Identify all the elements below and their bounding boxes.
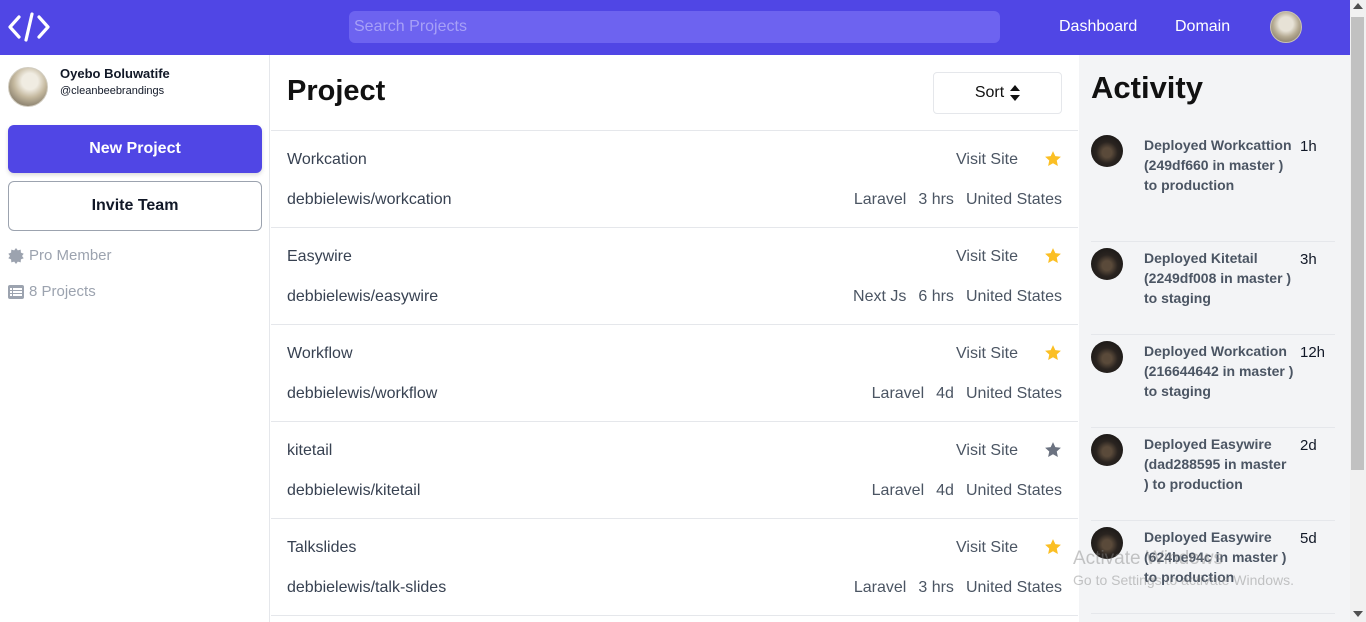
- activity-avatar: [1091, 135, 1123, 167]
- project-location: United States: [965, 482, 1062, 499]
- project-name[interactable]: Workcation: [287, 151, 367, 169]
- activity-title: Activity: [1091, 70, 1203, 105]
- star-icon[interactable]: [1044, 150, 1062, 168]
- activity-time: 1h: [1300, 138, 1317, 155]
- watermark-subtitle: Go to Settings to activate Windows.: [1073, 572, 1294, 588]
- scrollbar-thumb[interactable]: [1351, 17, 1364, 470]
- project-meta: Laravel 4d United States: [872, 385, 1062, 403]
- watermark-title: Activate Windows: [1073, 548, 1223, 569]
- project-row[interactable]: Talkslides Visit Site debbielewis/talk-sli…: [271, 519, 1078, 616]
- nav-domain-link[interactable]: Domain: [1175, 18, 1230, 36]
- project-meta: Laravel 4d United States: [872, 482, 1062, 500]
- list-icon: [8, 284, 24, 299]
- projects-count: 8 Projects: [8, 283, 96, 300]
- project-repo: debbielewis/talk-slides: [287, 579, 447, 596]
- profile-handle: @cleanbeebrandings: [60, 85, 165, 97]
- activity-time: 12h: [1300, 344, 1326, 361]
- activity-time: 2d: [1300, 437, 1317, 454]
- project-location: United States: [965, 191, 1062, 208]
- profile-name: Oyebo Boluwatife: [60, 66, 170, 81]
- project-age: 3 hrs: [918, 579, 954, 596]
- badge-icon: [8, 247, 24, 264]
- project-row[interactable]: kitetail Visit Site debbielewis/kitetail La…: [271, 422, 1078, 519]
- star-icon[interactable]: [1044, 538, 1062, 556]
- activity-avatar: [1091, 341, 1123, 373]
- project-framework: Laravel: [871, 385, 925, 402]
- activity-text: Deployed Workcattion (249df660 in master…: [1144, 137, 1292, 193]
- project-meta: Laravel 3 hrs United States: [854, 579, 1062, 597]
- project-row[interactable]: Workcation Visit Site debbielewis/workcati…: [271, 131, 1078, 228]
- visit-site-link[interactable]: Visit Site: [956, 248, 1018, 266]
- pro-member-badge: Pro Member: [8, 247, 112, 264]
- project-repo: debbielewis/workcation: [287, 191, 452, 208]
- activity-item: Deployed Kitetail (2249df008 in master )…: [1091, 248, 1335, 335]
- sort-button[interactable]: Sort: [933, 72, 1062, 114]
- visit-site-link[interactable]: Visit Site: [956, 539, 1018, 557]
- activity-text: Deployed Easywire (dad288595 in master )…: [1144, 436, 1287, 492]
- visit-site-link[interactable]: Visit Site: [956, 151, 1018, 169]
- star-icon[interactable]: [1044, 344, 1062, 362]
- project-meta: Next Js 6 hrs United States: [853, 288, 1062, 306]
- project-name[interactable]: Easywire: [287, 248, 352, 266]
- activity-item: Deployed Workcation (216644642 in master…: [1091, 341, 1335, 428]
- project-age: 3 hrs: [918, 191, 954, 208]
- pro-member-label: Pro Member: [29, 247, 112, 264]
- project-location: United States: [965, 288, 1062, 305]
- new-project-button[interactable]: New Project: [8, 125, 262, 173]
- activity-panel: Activity Deployed Workcattion (249df660 …: [1079, 55, 1350, 622]
- activity-avatar: [1091, 248, 1123, 280]
- project-age: 4d: [936, 385, 954, 402]
- visit-site-link[interactable]: Visit Site: [956, 345, 1018, 363]
- scroll-up-arrow-icon[interactable]: [1353, 3, 1363, 9]
- user-avatar[interactable]: [1270, 11, 1302, 43]
- profile-avatar: [8, 67, 48, 107]
- search-input[interactable]: [349, 11, 1000, 43]
- project-location: United States: [965, 385, 1062, 402]
- project-repo: debbielewis/workflow: [287, 385, 438, 402]
- project-location: United States: [965, 579, 1062, 596]
- activity-item: Deployed Easywire (624be94c in master ) …: [1091, 527, 1335, 614]
- sort-label: Sort: [974, 84, 1005, 101]
- visit-site-link[interactable]: Visit Site: [956, 442, 1018, 460]
- project-panel: Project Sort Workcation Visit Site debbiel…: [271, 55, 1078, 622]
- project-row[interactable]: Workflow Visit Site debbielewis/workflow La…: [271, 325, 1078, 422]
- invite-team-button[interactable]: Invite Team: [8, 181, 262, 231]
- activity-time: 5d: [1300, 530, 1317, 547]
- project-row[interactable]: Easywire Visit Site debbielewis/easywire Ne…: [271, 228, 1078, 325]
- project-framework: Next Js: [853, 288, 907, 305]
- code-brackets-icon[interactable]: [8, 12, 50, 42]
- activity-item: Deployed Easywire (dad288595 in master )…: [1091, 434, 1335, 521]
- project-repo: debbielewis/kitetail: [287, 482, 421, 499]
- nav-dashboard-link[interactable]: Dashboard: [1059, 18, 1137, 36]
- project-name[interactable]: Talkslides: [287, 539, 356, 557]
- project-age: 6 hrs: [918, 288, 954, 305]
- projects-count-label: 8 Projects: [29, 283, 96, 300]
- activity-avatar: [1091, 434, 1123, 466]
- star-icon[interactable]: [1044, 247, 1062, 265]
- project-framework: Laravel: [853, 579, 907, 596]
- project-framework: Laravel: [871, 482, 925, 499]
- project-name[interactable]: kitetail: [287, 442, 332, 460]
- top-navbar: Dashboard Domain: [0, 0, 1350, 55]
- project-list: Workcation Visit Site debbielewis/workcati…: [271, 130, 1078, 616]
- activity-text: Deployed Kitetail (2249df008 in master )…: [1144, 250, 1292, 306]
- project-meta: Laravel 3 hrs United States: [854, 191, 1062, 209]
- left-sidebar: Oyebo Boluwatife @cleanbeebrandings New …: [0, 55, 270, 622]
- project-framework: Laravel: [853, 191, 907, 208]
- activity-text: Deployed Workcation (216644642 in master…: [1144, 343, 1294, 399]
- project-repo: debbielewis/easywire: [287, 288, 439, 305]
- sort-icon: [1010, 85, 1021, 101]
- star-icon[interactable]: [1044, 441, 1062, 459]
- scroll-down-arrow-icon[interactable]: [1353, 611, 1363, 617]
- page-title: Project: [287, 75, 386, 107]
- project-name[interactable]: Workflow: [287, 345, 353, 363]
- activity-item: Deployed Workcattion (249df660 in master…: [1091, 135, 1335, 242]
- project-age: 4d: [936, 482, 954, 499]
- activity-time: 3h: [1300, 251, 1317, 268]
